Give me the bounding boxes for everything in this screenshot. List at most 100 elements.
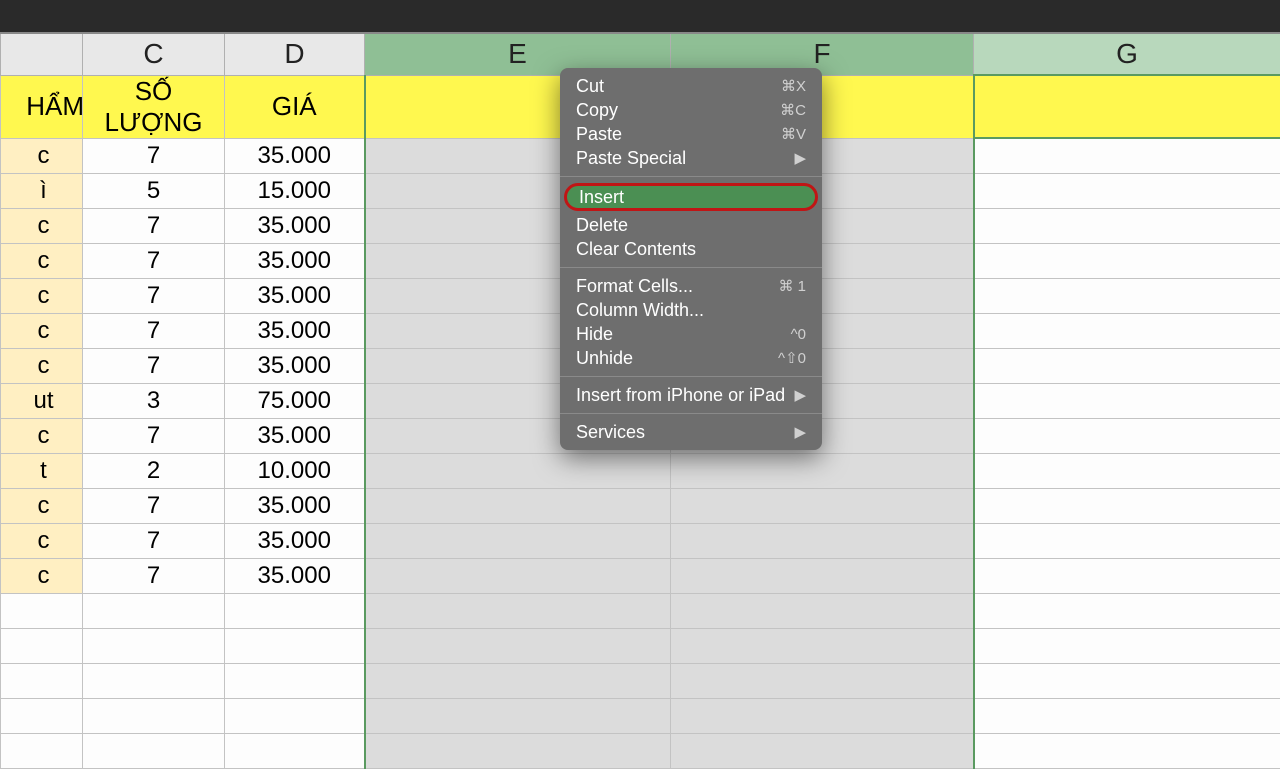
- cell-product[interactable]: c: [1, 488, 83, 523]
- cell-product[interactable]: c: [1, 138, 83, 173]
- menu-paste-special[interactable]: Paste Special▶: [560, 146, 822, 170]
- cell-price[interactable]: 35.000: [225, 208, 365, 243]
- cell[interactable]: [225, 663, 365, 698]
- cell-product[interactable]: c: [1, 208, 83, 243]
- cell-g[interactable]: [974, 348, 1280, 383]
- cell-price[interactable]: 35.000: [225, 278, 365, 313]
- table-row[interactable]: c735.000: [1, 523, 1280, 558]
- cell[interactable]: [1, 593, 83, 628]
- cell[interactable]: [83, 663, 225, 698]
- cell-product[interactable]: ì: [1, 173, 83, 208]
- cell-f[interactable]: [671, 698, 974, 733]
- cell-product[interactable]: c: [1, 278, 83, 313]
- menu-hide[interactable]: Hide^0: [560, 322, 822, 346]
- cell-e[interactable]: [365, 488, 671, 523]
- table-row[interactable]: [1, 698, 1280, 733]
- cell-product[interactable]: c: [1, 348, 83, 383]
- cell[interactable]: [1, 698, 83, 733]
- cell-quantity[interactable]: 7: [83, 348, 225, 383]
- cell-g[interactable]: [974, 558, 1280, 593]
- cell-e[interactable]: [365, 628, 671, 663]
- cell-g[interactable]: [974, 733, 1280, 768]
- cell-quantity[interactable]: 2: [83, 453, 225, 488]
- cell-g[interactable]: [974, 488, 1280, 523]
- cell-g[interactable]: [974, 208, 1280, 243]
- cell-g[interactable]: [974, 523, 1280, 558]
- cell-g[interactable]: [974, 453, 1280, 488]
- cell-g[interactable]: [974, 663, 1280, 698]
- cell[interactable]: [225, 628, 365, 663]
- cell[interactable]: [83, 698, 225, 733]
- cell-product[interactable]: c: [1, 313, 83, 348]
- context-menu[interactable]: Cut⌘X Copy⌘C Paste⌘V Paste Special▶ Inse…: [560, 68, 822, 450]
- cell[interactable]: [83, 733, 225, 768]
- active-cell-g[interactable]: [974, 75, 1280, 138]
- cell-price[interactable]: 35.000: [225, 488, 365, 523]
- cell-f[interactable]: [671, 593, 974, 628]
- menu-delete[interactable]: Delete: [560, 213, 822, 237]
- col-header-c[interactable]: C: [83, 33, 225, 75]
- cell-g[interactable]: [974, 628, 1280, 663]
- cell-quantity[interactable]: 7: [83, 313, 225, 348]
- cell-price[interactable]: 10.000: [225, 453, 365, 488]
- table-row[interactable]: t210.000: [1, 453, 1280, 488]
- cell-f[interactable]: [671, 733, 974, 768]
- menu-format-cells[interactable]: Format Cells...⌘ 1: [560, 274, 822, 298]
- cell-e[interactable]: [365, 523, 671, 558]
- cell-quantity[interactable]: 7: [83, 558, 225, 593]
- col-header-d[interactable]: D: [225, 33, 365, 75]
- menu-insert-from-device[interactable]: Insert from iPhone or iPad▶: [560, 383, 822, 407]
- cell-g[interactable]: [974, 138, 1280, 173]
- cell-quantity[interactable]: 7: [83, 418, 225, 453]
- cell-price[interactable]: 35.000: [225, 138, 365, 173]
- cell-g[interactable]: [974, 313, 1280, 348]
- cell-quantity[interactable]: 3: [83, 383, 225, 418]
- cell-quantity[interactable]: 5: [83, 173, 225, 208]
- menu-clear-contents[interactable]: Clear Contents: [560, 237, 822, 261]
- cell-g[interactable]: [974, 243, 1280, 278]
- cell-f[interactable]: [671, 628, 974, 663]
- cell-product[interactable]: c: [1, 523, 83, 558]
- cell-product[interactable]: c: [1, 418, 83, 453]
- cell-price[interactable]: 15.000: [225, 173, 365, 208]
- cell-g[interactable]: [974, 173, 1280, 208]
- cell-product[interactable]: c: [1, 243, 83, 278]
- cell-quantity[interactable]: 7: [83, 488, 225, 523]
- cell[interactable]: [1, 663, 83, 698]
- cell[interactable]: [225, 698, 365, 733]
- cell-price[interactable]: 35.000: [225, 348, 365, 383]
- cell-e[interactable]: [365, 453, 671, 488]
- cell[interactable]: [225, 733, 365, 768]
- menu-insert[interactable]: Insert: [564, 183, 818, 211]
- table-row[interactable]: [1, 628, 1280, 663]
- cell[interactable]: [83, 628, 225, 663]
- cell-quantity[interactable]: 7: [83, 243, 225, 278]
- cell-e[interactable]: [365, 558, 671, 593]
- menu-services[interactable]: Services▶: [560, 420, 822, 444]
- cell-g[interactable]: [974, 383, 1280, 418]
- cell-e[interactable]: [365, 593, 671, 628]
- cell-f[interactable]: [671, 558, 974, 593]
- col-header-g[interactable]: G: [974, 33, 1280, 75]
- cell-quantity[interactable]: 7: [83, 278, 225, 313]
- cell-quantity[interactable]: 7: [83, 138, 225, 173]
- cell-e[interactable]: [365, 733, 671, 768]
- cell-f[interactable]: [671, 488, 974, 523]
- cell-product[interactable]: t: [1, 453, 83, 488]
- menu-paste[interactable]: Paste⌘V: [560, 122, 822, 146]
- menu-unhide[interactable]: Unhide^⇧0: [560, 346, 822, 370]
- cell-g[interactable]: [974, 593, 1280, 628]
- cell-price[interactable]: 35.000: [225, 418, 365, 453]
- cell-g[interactable]: [974, 418, 1280, 453]
- menu-copy[interactable]: Copy⌘C: [560, 98, 822, 122]
- table-row[interactable]: [1, 593, 1280, 628]
- cell-price[interactable]: 75.000: [225, 383, 365, 418]
- cell-product[interactable]: ut: [1, 383, 83, 418]
- cell[interactable]: [1, 733, 83, 768]
- cell[interactable]: [225, 593, 365, 628]
- col-header-b[interactable]: [1, 33, 83, 75]
- cell-e[interactable]: [365, 698, 671, 733]
- cell[interactable]: [83, 593, 225, 628]
- cell-g[interactable]: [974, 278, 1280, 313]
- table-row[interactable]: [1, 733, 1280, 768]
